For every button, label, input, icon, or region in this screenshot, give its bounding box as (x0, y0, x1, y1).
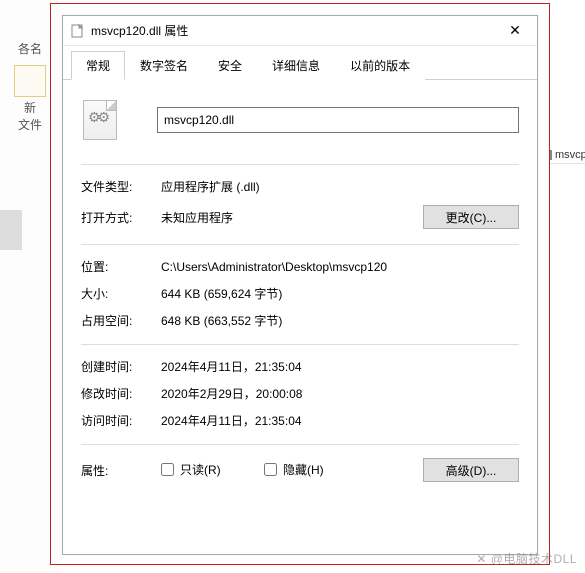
separator (81, 344, 519, 345)
accessed-label: 访问时间: (81, 412, 161, 429)
title-file-icon (71, 24, 85, 38)
bg-rename-item: 各名 (0, 40, 60, 57)
modified-label: 修改时间: (81, 385, 161, 402)
filetype-label: 文件类型: (81, 178, 161, 195)
file-item-icon (550, 150, 552, 160)
bg-rename-label: 各名 (18, 40, 42, 57)
readonly-checkbox-wrap[interactable]: 只读(R) (161, 461, 221, 478)
readonly-label: 只读(R) (180, 461, 221, 478)
accessed-value: 2024年4月11日，21:35:04 (161, 412, 519, 429)
change-button[interactable]: 更改(C)... (423, 205, 519, 229)
tab-content-general: ⚙⚙ 文件类型: 应用程序扩展 (.dll) 打开方式: 未知应用程序 更改(C… (63, 80, 537, 554)
size-value: 644 KB (659,624 字节) (161, 285, 519, 302)
filename-input[interactable] (157, 107, 519, 133)
separator (81, 444, 519, 445)
hidden-label: 隐藏(H) (283, 461, 324, 478)
bg-sidebar-fragment (0, 210, 22, 250)
close-button[interactable]: ✕ (493, 16, 537, 46)
created-label: 创建时间: (81, 358, 161, 375)
created-value: 2024年4月11日，21:35:04 (161, 358, 519, 375)
diskspace-label: 占用空间: (81, 312, 161, 329)
location-label: 位置: (81, 258, 161, 275)
hidden-checkbox[interactable] (264, 463, 277, 476)
attrs-options: 只读(R) 隐藏(H) (161, 461, 423, 479)
advanced-button[interactable]: 高级(D)... (423, 458, 519, 482)
bg-new-label-bot: 文件 (18, 116, 42, 133)
explorer-background-right: msvcp12 (550, 0, 585, 573)
tab-general[interactable]: 常规 (71, 51, 125, 80)
dialog-titlebar[interactable]: msvcp120.dll 属性 ✕ (63, 16, 537, 46)
gears-icon: ⚙⚙ (88, 109, 107, 126)
bg-new-label-top: 新 (24, 99, 36, 116)
separator (81, 244, 519, 245)
dialog-title: msvcp120.dll 属性 (91, 22, 493, 39)
properties-dialog: msvcp120.dll 属性 ✕ 常规 数字签名 安全 详细信息 以前的版本 … (62, 15, 538, 555)
size-label: 大小: (81, 285, 161, 302)
attrs-label: 属性: (81, 462, 161, 479)
bg-file-label: msvcp12 (555, 149, 585, 161)
filetype-value: 应用程序扩展 (.dll) (161, 178, 519, 195)
modified-value: 2020年2月29日，20:00:08 (161, 385, 519, 402)
openwith-value: 未知应用程序 (161, 209, 423, 226)
openwith-label: 打开方式: (81, 209, 161, 226)
filetype-large-icon: ⚙⚙ (83, 100, 117, 140)
location-value: C:\Users\Administrator\Desktop\msvcp120 (161, 260, 519, 274)
tab-digital-signatures[interactable]: 数字签名 (125, 51, 203, 80)
tab-previous-versions[interactable]: 以前的版本 (335, 51, 425, 80)
folder-icon (14, 65, 46, 97)
explorer-background-left: 各名 新 文件 (0, 0, 60, 573)
bg-new-item: 新 文件 (0, 65, 60, 133)
separator (81, 164, 519, 165)
bg-file-item: msvcp12 (550, 146, 585, 164)
tab-row: 常规 数字签名 安全 详细信息 以前的版本 (63, 46, 537, 80)
tab-security[interactable]: 安全 (203, 51, 257, 80)
hidden-checkbox-wrap[interactable]: 隐藏(H) (264, 461, 324, 478)
tab-details[interactable]: 详细信息 (257, 51, 335, 80)
readonly-checkbox[interactable] (161, 463, 174, 476)
diskspace-value: 648 KB (663,552 字节) (161, 312, 519, 329)
